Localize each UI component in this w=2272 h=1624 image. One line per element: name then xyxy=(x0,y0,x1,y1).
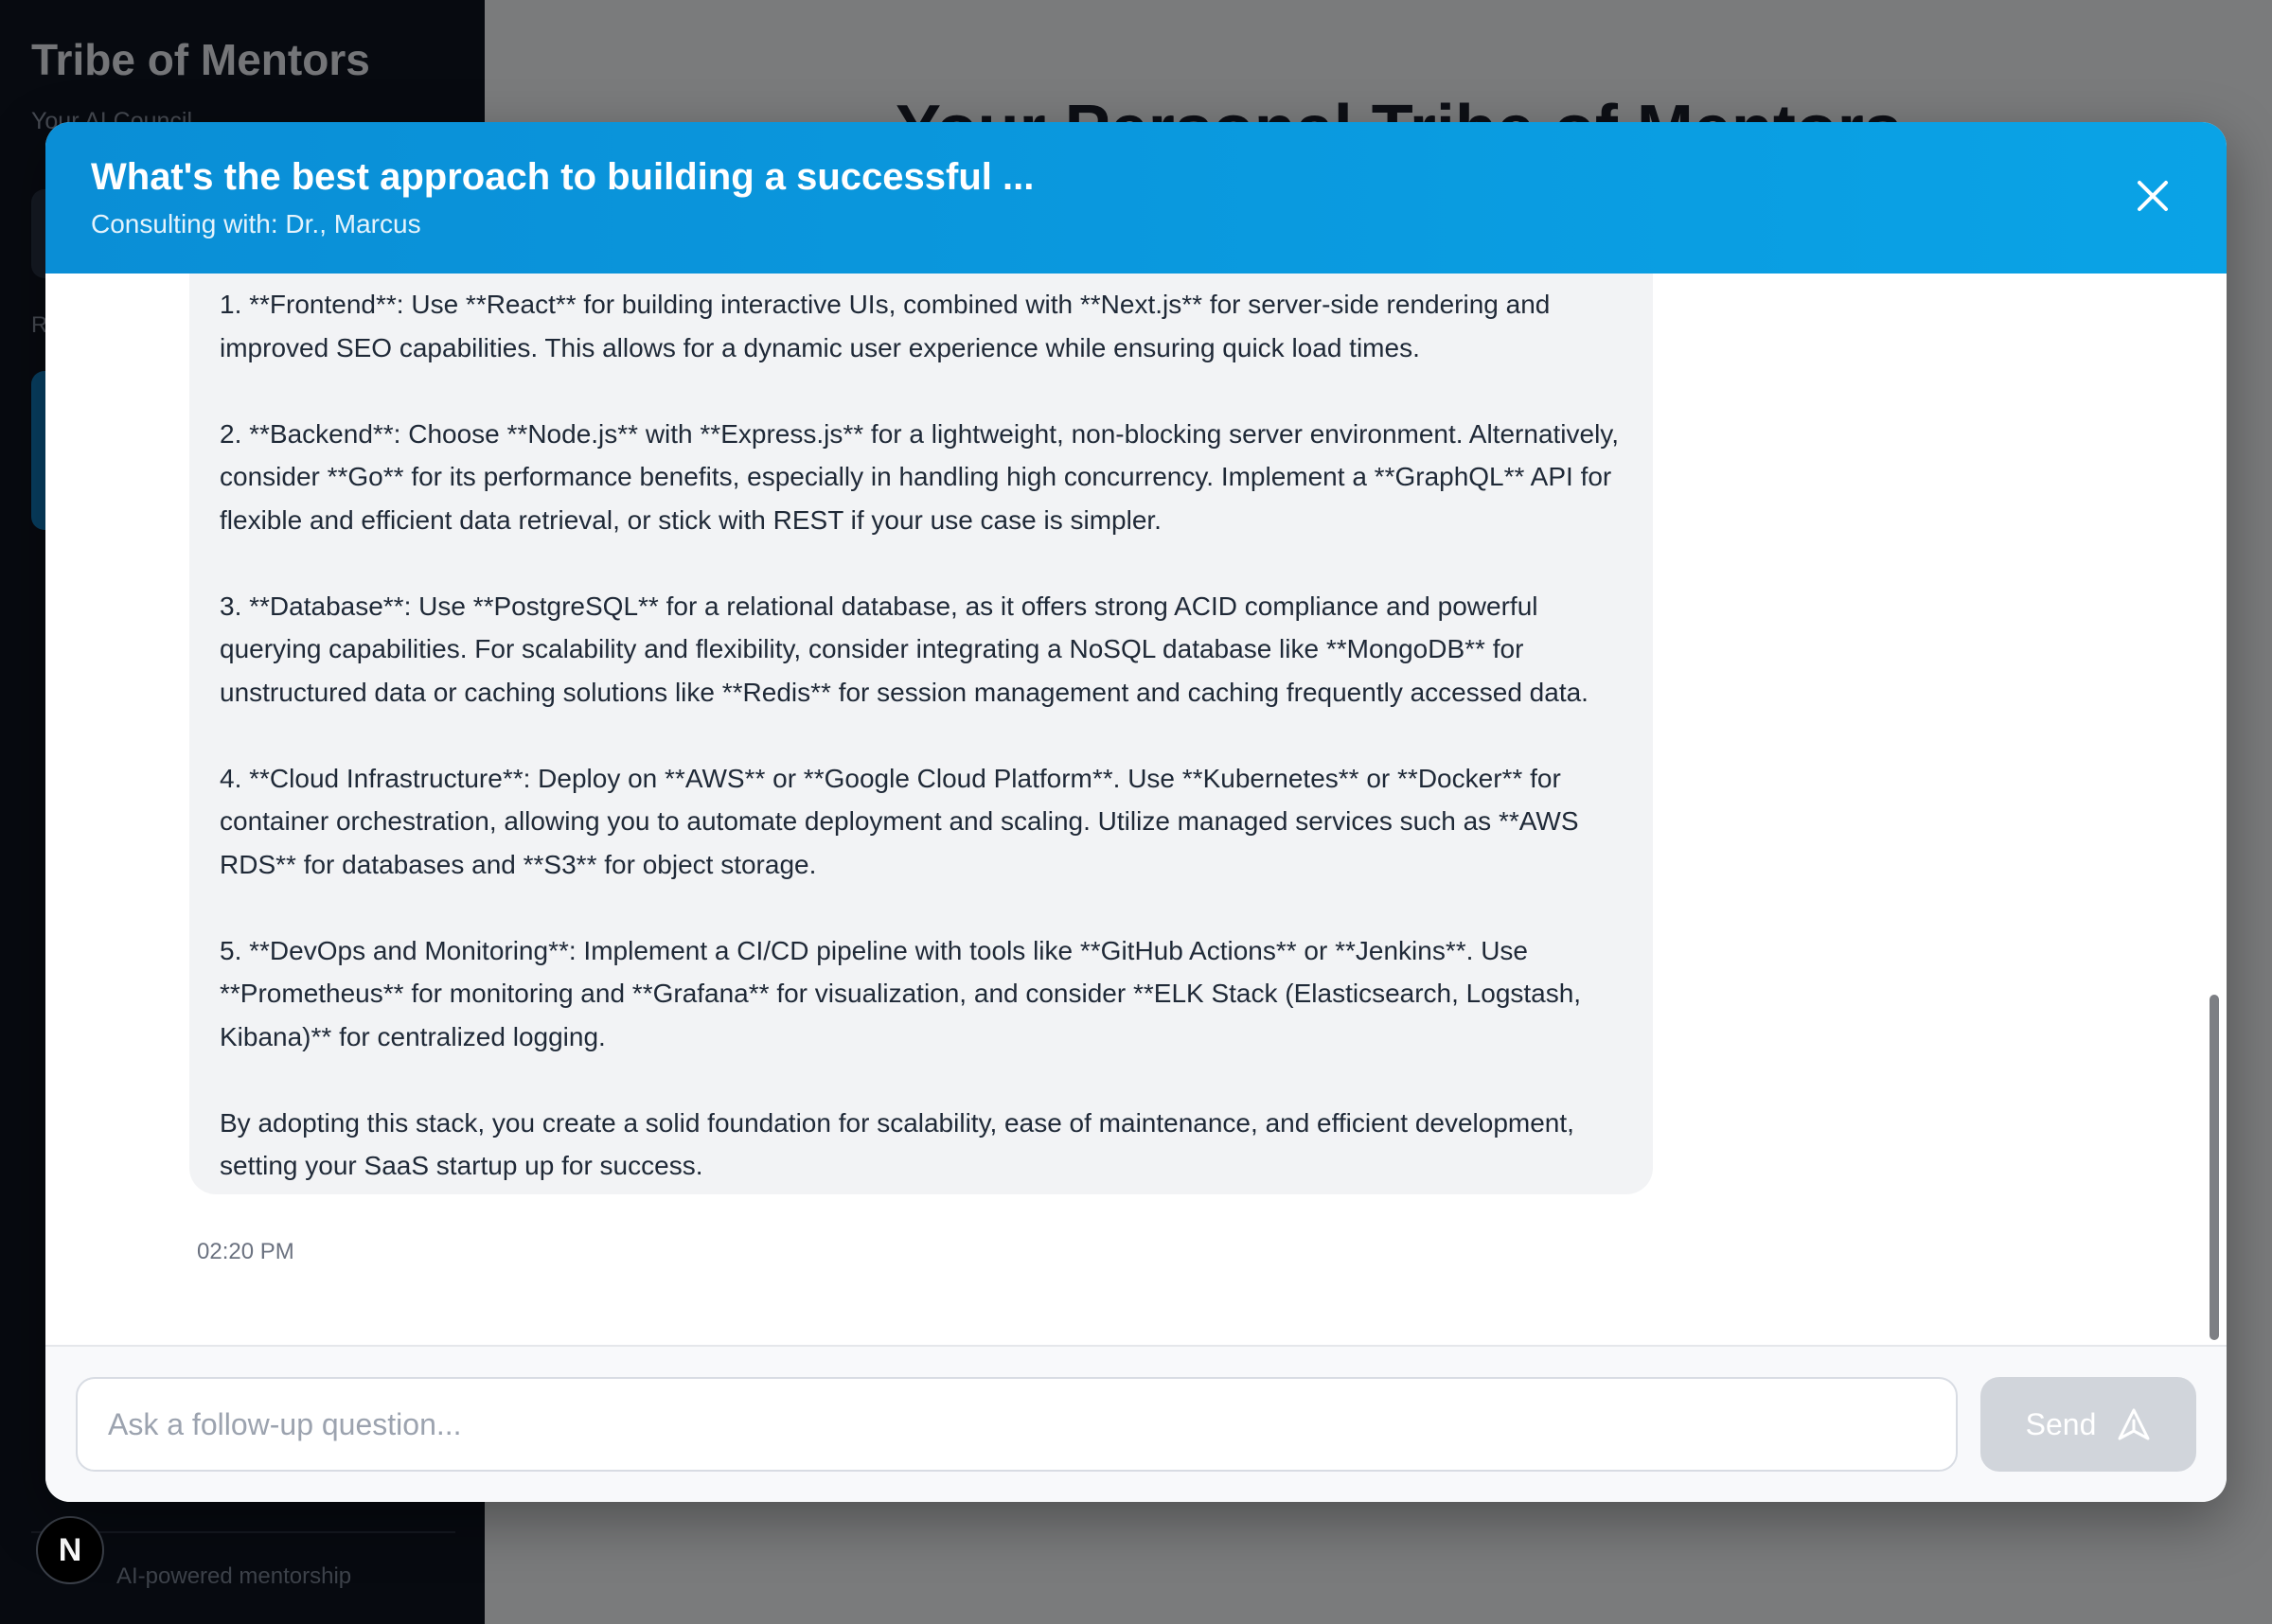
followup-input[interactable] xyxy=(76,1377,1958,1472)
message-timestamp: 02:20 PM xyxy=(197,1239,294,1264)
close-icon xyxy=(2137,180,2169,217)
dev-badge-icon[interactable]: N xyxy=(36,1516,104,1584)
message-paragraph: 4. **Cloud Infrastructure**: Deploy on *… xyxy=(220,763,1579,879)
modal-header: What's the best approach to building a s… xyxy=(45,122,2227,274)
message-paragraph: 5. **DevOps and Monitoring**: Implement … xyxy=(220,935,1582,1051)
send-button[interactable]: Send xyxy=(1980,1377,2196,1472)
assistant-message: 1. **Frontend**: Use **React** for build… xyxy=(189,274,1653,1194)
send-label: Send xyxy=(2025,1406,2097,1441)
message-paragraph: 2. **Backend**: Choose **Node.js** with … xyxy=(220,418,1620,535)
modal-title: What's the best approach to building a s… xyxy=(91,156,1035,198)
message-paragraph: 3. **Database**: Use **PostgreSQL** for … xyxy=(220,591,1589,707)
modal-subtitle: Consulting with: Dr., Marcus xyxy=(91,209,421,238)
chat-messages[interactable]: 1. **Frontend**: Use **React** for build… xyxy=(45,274,2227,1466)
close-button[interactable] xyxy=(2124,169,2181,226)
message-paragraph: 1. **Frontend**: Use **React** for build… xyxy=(220,290,1551,362)
app-root: Tribe of Mentors Your AI Council R AI-po… xyxy=(0,0,2272,1624)
message-paragraph: By adopting this stack, you create a sol… xyxy=(220,1107,1574,1181)
consultation-modal: What's the best approach to building a s… xyxy=(45,122,2227,1502)
chat-scrollbar-thumb[interactable] xyxy=(2210,995,2219,1340)
message-composer: Send xyxy=(45,1345,2227,1502)
send-icon xyxy=(2117,1407,2151,1441)
